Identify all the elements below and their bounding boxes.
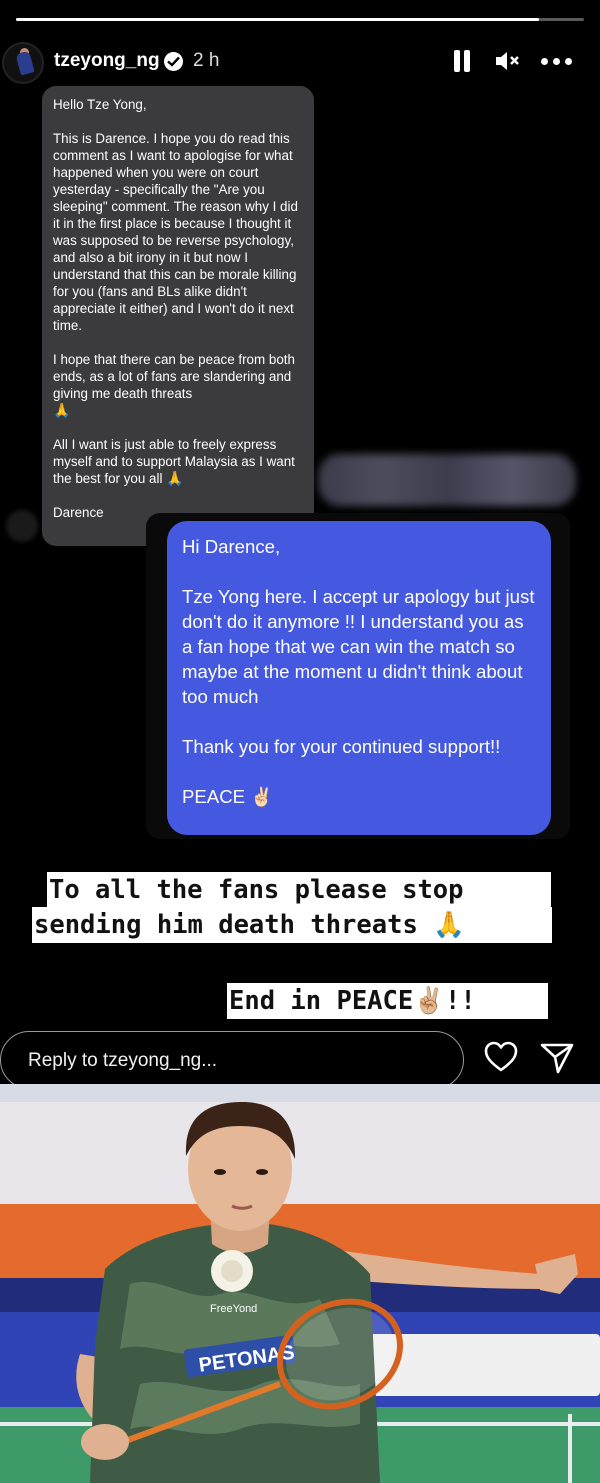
story-header: tzeyong_ng 2 h xyxy=(0,40,600,84)
badminton-player-photo: PETONAS FreeYond xyxy=(0,1084,600,1483)
blurred-name-overlay xyxy=(318,454,576,506)
reply-placeholder: Reply to tzeyong_ng... xyxy=(28,1050,218,1071)
dm-greeting: Hello Tze Yong, xyxy=(53,97,147,112)
dm-sender-avatar xyxy=(6,510,38,542)
more-options-icon[interactable] xyxy=(541,58,573,66)
dm-message-bubble: Hello Tze Yong, This is Darence. I hope … xyxy=(42,86,314,546)
pray-emoji-icon: 🙏 xyxy=(53,402,71,418)
avatar[interactable] xyxy=(2,42,44,84)
story-progress-bar xyxy=(16,18,584,21)
story-text-sticker: sending him death threats 🙏 xyxy=(32,907,552,943)
send-message-icon[interactable] xyxy=(540,1042,574,1074)
reply-paragraph-thanks: Thank you for your continued support!! xyxy=(182,736,501,757)
verified-badge-icon xyxy=(164,52,183,71)
mute-icon[interactable] xyxy=(494,50,520,72)
story-time: 2 h xyxy=(193,50,220,71)
story-progress-fill xyxy=(16,18,539,21)
shirt-brand-text: FreeYond xyxy=(210,1303,257,1315)
reply-paragraph-accept: Tze Yong here. I accept ur apology but j… xyxy=(182,586,535,707)
story-text-sticker: End in PEACE✌🏼!! xyxy=(227,983,548,1019)
story-username[interactable]: tzeyong_ng xyxy=(54,50,160,72)
story-text-sticker: To all the fans please stop xyxy=(47,872,551,908)
reply-greeting: Hi Darence, xyxy=(182,536,281,557)
avatar-figure xyxy=(15,50,35,76)
like-heart-icon[interactable] xyxy=(484,1041,518,1073)
dm-paragraph-apology: This is Darence. I hope you do read this… xyxy=(53,131,298,333)
dm-paragraph-peace: I hope that there can be peace from both… xyxy=(53,352,295,401)
reply-paragraph-peace: PEACE ✌🏻 xyxy=(182,786,274,807)
pause-icon[interactable] xyxy=(452,50,472,72)
pray-emoji-icon: 🙏 xyxy=(166,470,184,486)
player-illustration: PETONAS FreeYond xyxy=(76,1102,578,1483)
story-reply-input[interactable]: Reply to tzeyong_ng... xyxy=(0,1031,464,1089)
reply-message-bubble: Hi Darence, Tze Yong here. I accept ur a… xyxy=(167,521,551,835)
